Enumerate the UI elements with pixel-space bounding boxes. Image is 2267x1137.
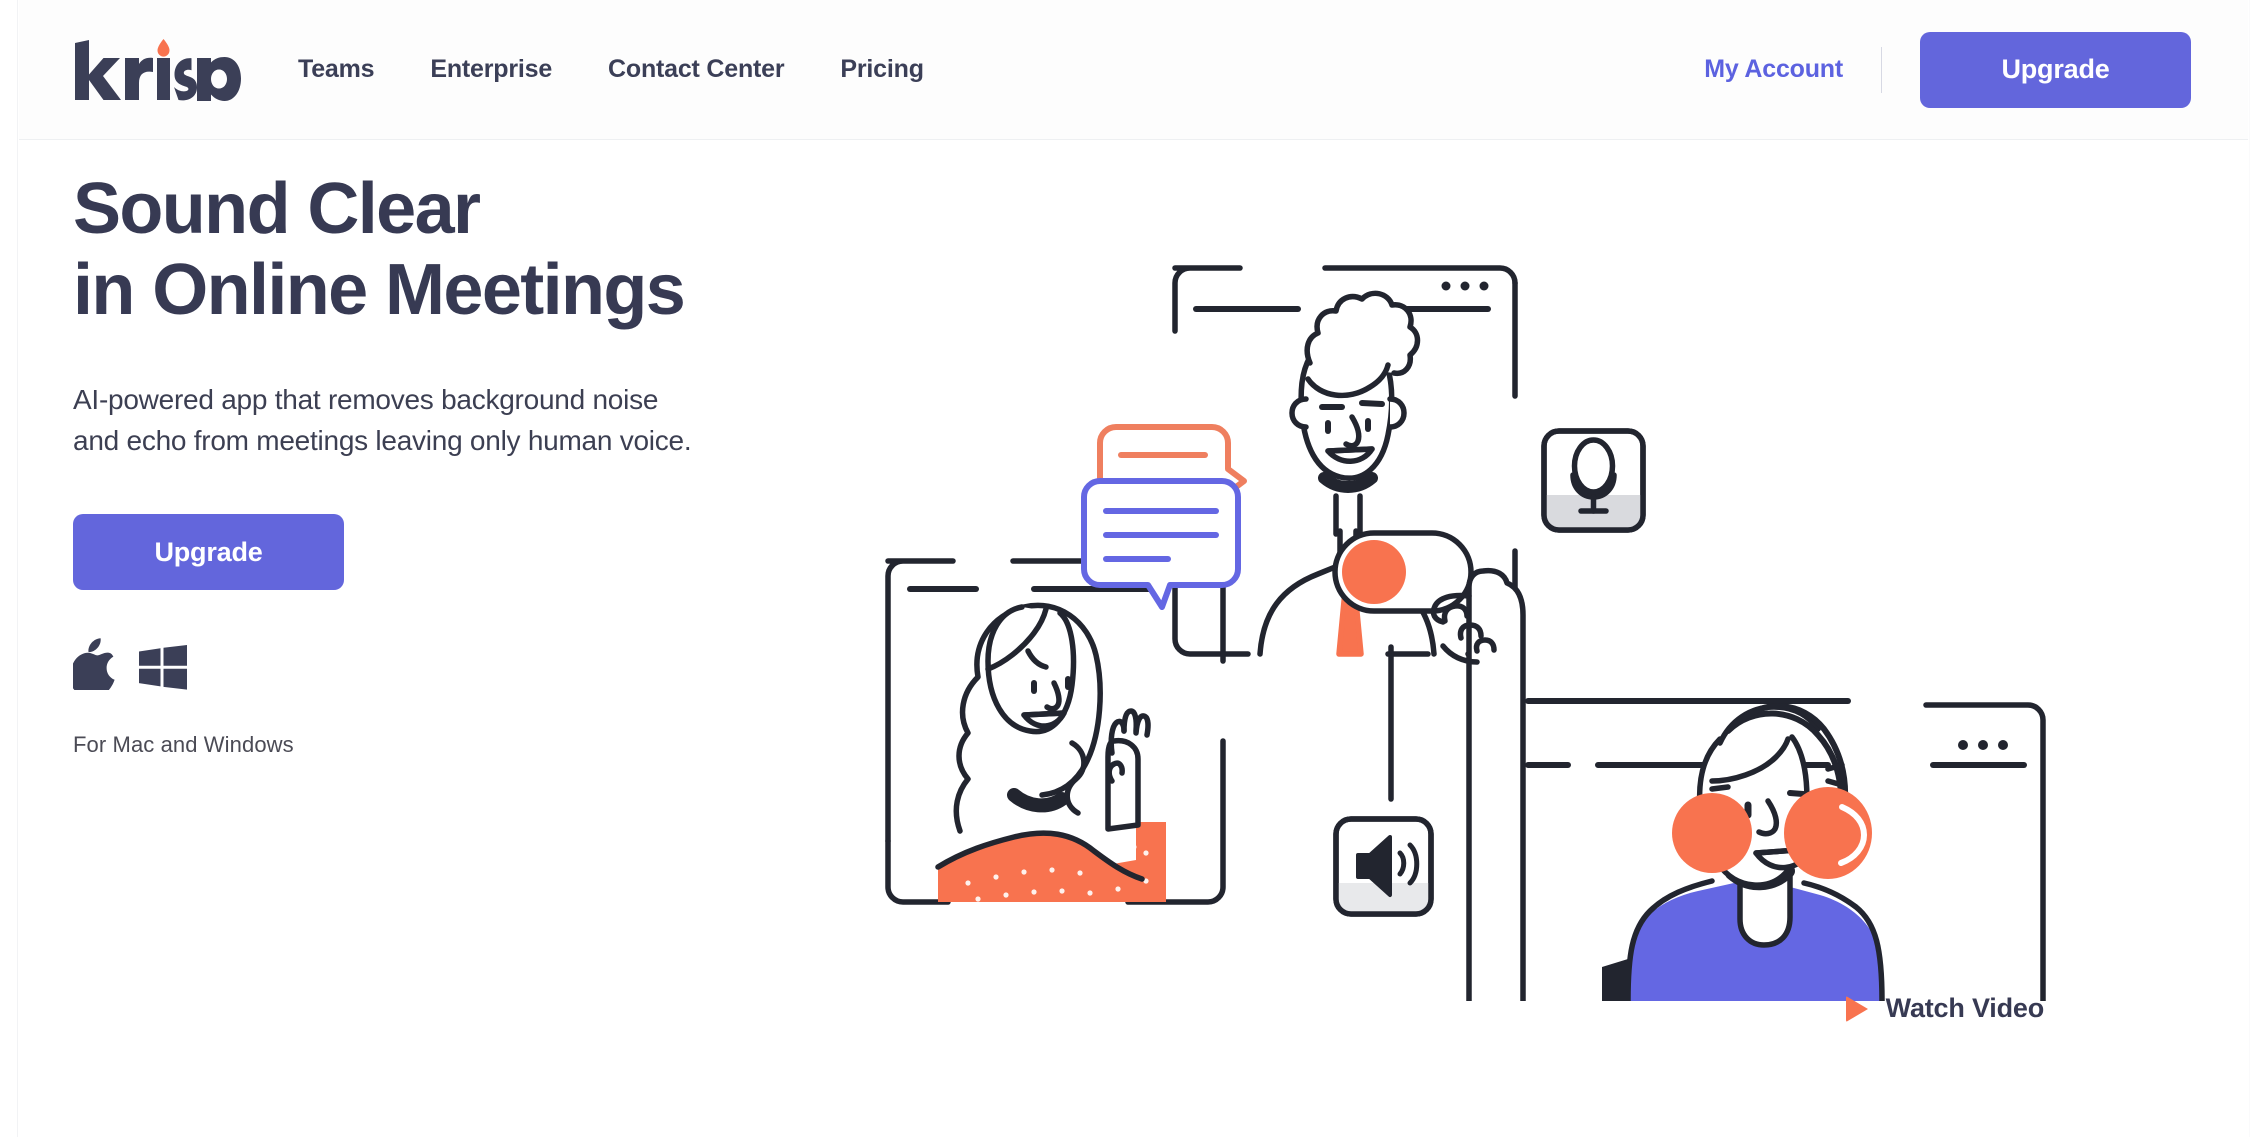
- person-left-woman: [935, 602, 1166, 902]
- hero-upgrade-button[interactable]: Upgrade: [73, 514, 344, 590]
- nav-item-contact-center[interactable]: Contact Center: [608, 45, 785, 94]
- video-window-left: [885, 558, 1226, 905]
- krisp-logo[interactable]: [73, 38, 241, 101]
- primary-navigation: Teams Enterprise Contact Center Pricing: [298, 45, 924, 94]
- header-upgrade-button[interactable]: Upgrade: [1920, 31, 2191, 108]
- platform-note: For Mac and Windows: [73, 732, 294, 757]
- header-divider: [1881, 46, 1882, 93]
- nav-item-pricing[interactable]: Pricing: [840, 45, 924, 94]
- person-top-man: [1257, 290, 1437, 657]
- os-icon-group: [73, 638, 893, 690]
- hero-title-line-2: in Online Meetings: [73, 249, 686, 330]
- my-account-link[interactable]: My Account: [1704, 47, 1843, 92]
- header-actions: My Account Upgrade: [1704, 31, 2191, 108]
- hero-copy: Sound Clear in Online Meetings AI-powere…: [73, 169, 893, 758]
- hero-subtitle-line-1: AI-powered app that removes background n…: [73, 384, 659, 416]
- chat-bubble-purple: [1081, 478, 1241, 610]
- hero-subtitle-line-2: and echo from meetings leaving only huma…: [73, 425, 692, 457]
- krisp-p-icon: [197, 56, 241, 101]
- krisp-wordmark-icon: [75, 38, 197, 100]
- video-window-right: [1525, 698, 2046, 1001]
- site-header: Teams Enterprise Contact Center Pricing …: [19, 0, 2248, 140]
- hero-section: Sound Clear in Online Meetings AI-powere…: [19, 141, 2248, 1137]
- watch-video-label: Watch Video: [1885, 993, 2045, 1023]
- hero-illustration: [828, 141, 2248, 1001]
- video-window-top: [1172, 265, 1518, 657]
- microphone-tile: [1541, 428, 1646, 533]
- windows-icon[interactable]: [139, 645, 187, 690]
- hero-title-line-1: Sound Clear: [73, 169, 481, 249]
- nav-item-enterprise[interactable]: Enterprise: [430, 45, 552, 94]
- apple-icon[interactable]: [73, 638, 115, 690]
- watch-video-button[interactable]: Watch Video: [1840, 987, 2050, 1030]
- page-root: Teams Enterprise Contact Center Pricing …: [0, 0, 2267, 1137]
- person-right-headphones: [1602, 703, 1885, 1001]
- hero-title: Sound Clear in Online Meetings: [73, 169, 893, 330]
- chat-bubble-orange: [1097, 424, 1247, 538]
- play-icon: [1845, 995, 1868, 1022]
- speaker-tile: [1333, 816, 1434, 917]
- noise-toggle-switch: [1332, 530, 1474, 802]
- pointing-hand: [1430, 567, 1526, 1001]
- viewport-gutter-left: [0, 0, 18, 1137]
- krisp-dot-icon: [157, 38, 170, 57]
- viewport-gutter-right: [2249, 0, 2267, 1137]
- nav-item-teams[interactable]: Teams: [298, 45, 375, 94]
- hero-subtitle: AI-powered app that removes background n…: [73, 380, 893, 462]
